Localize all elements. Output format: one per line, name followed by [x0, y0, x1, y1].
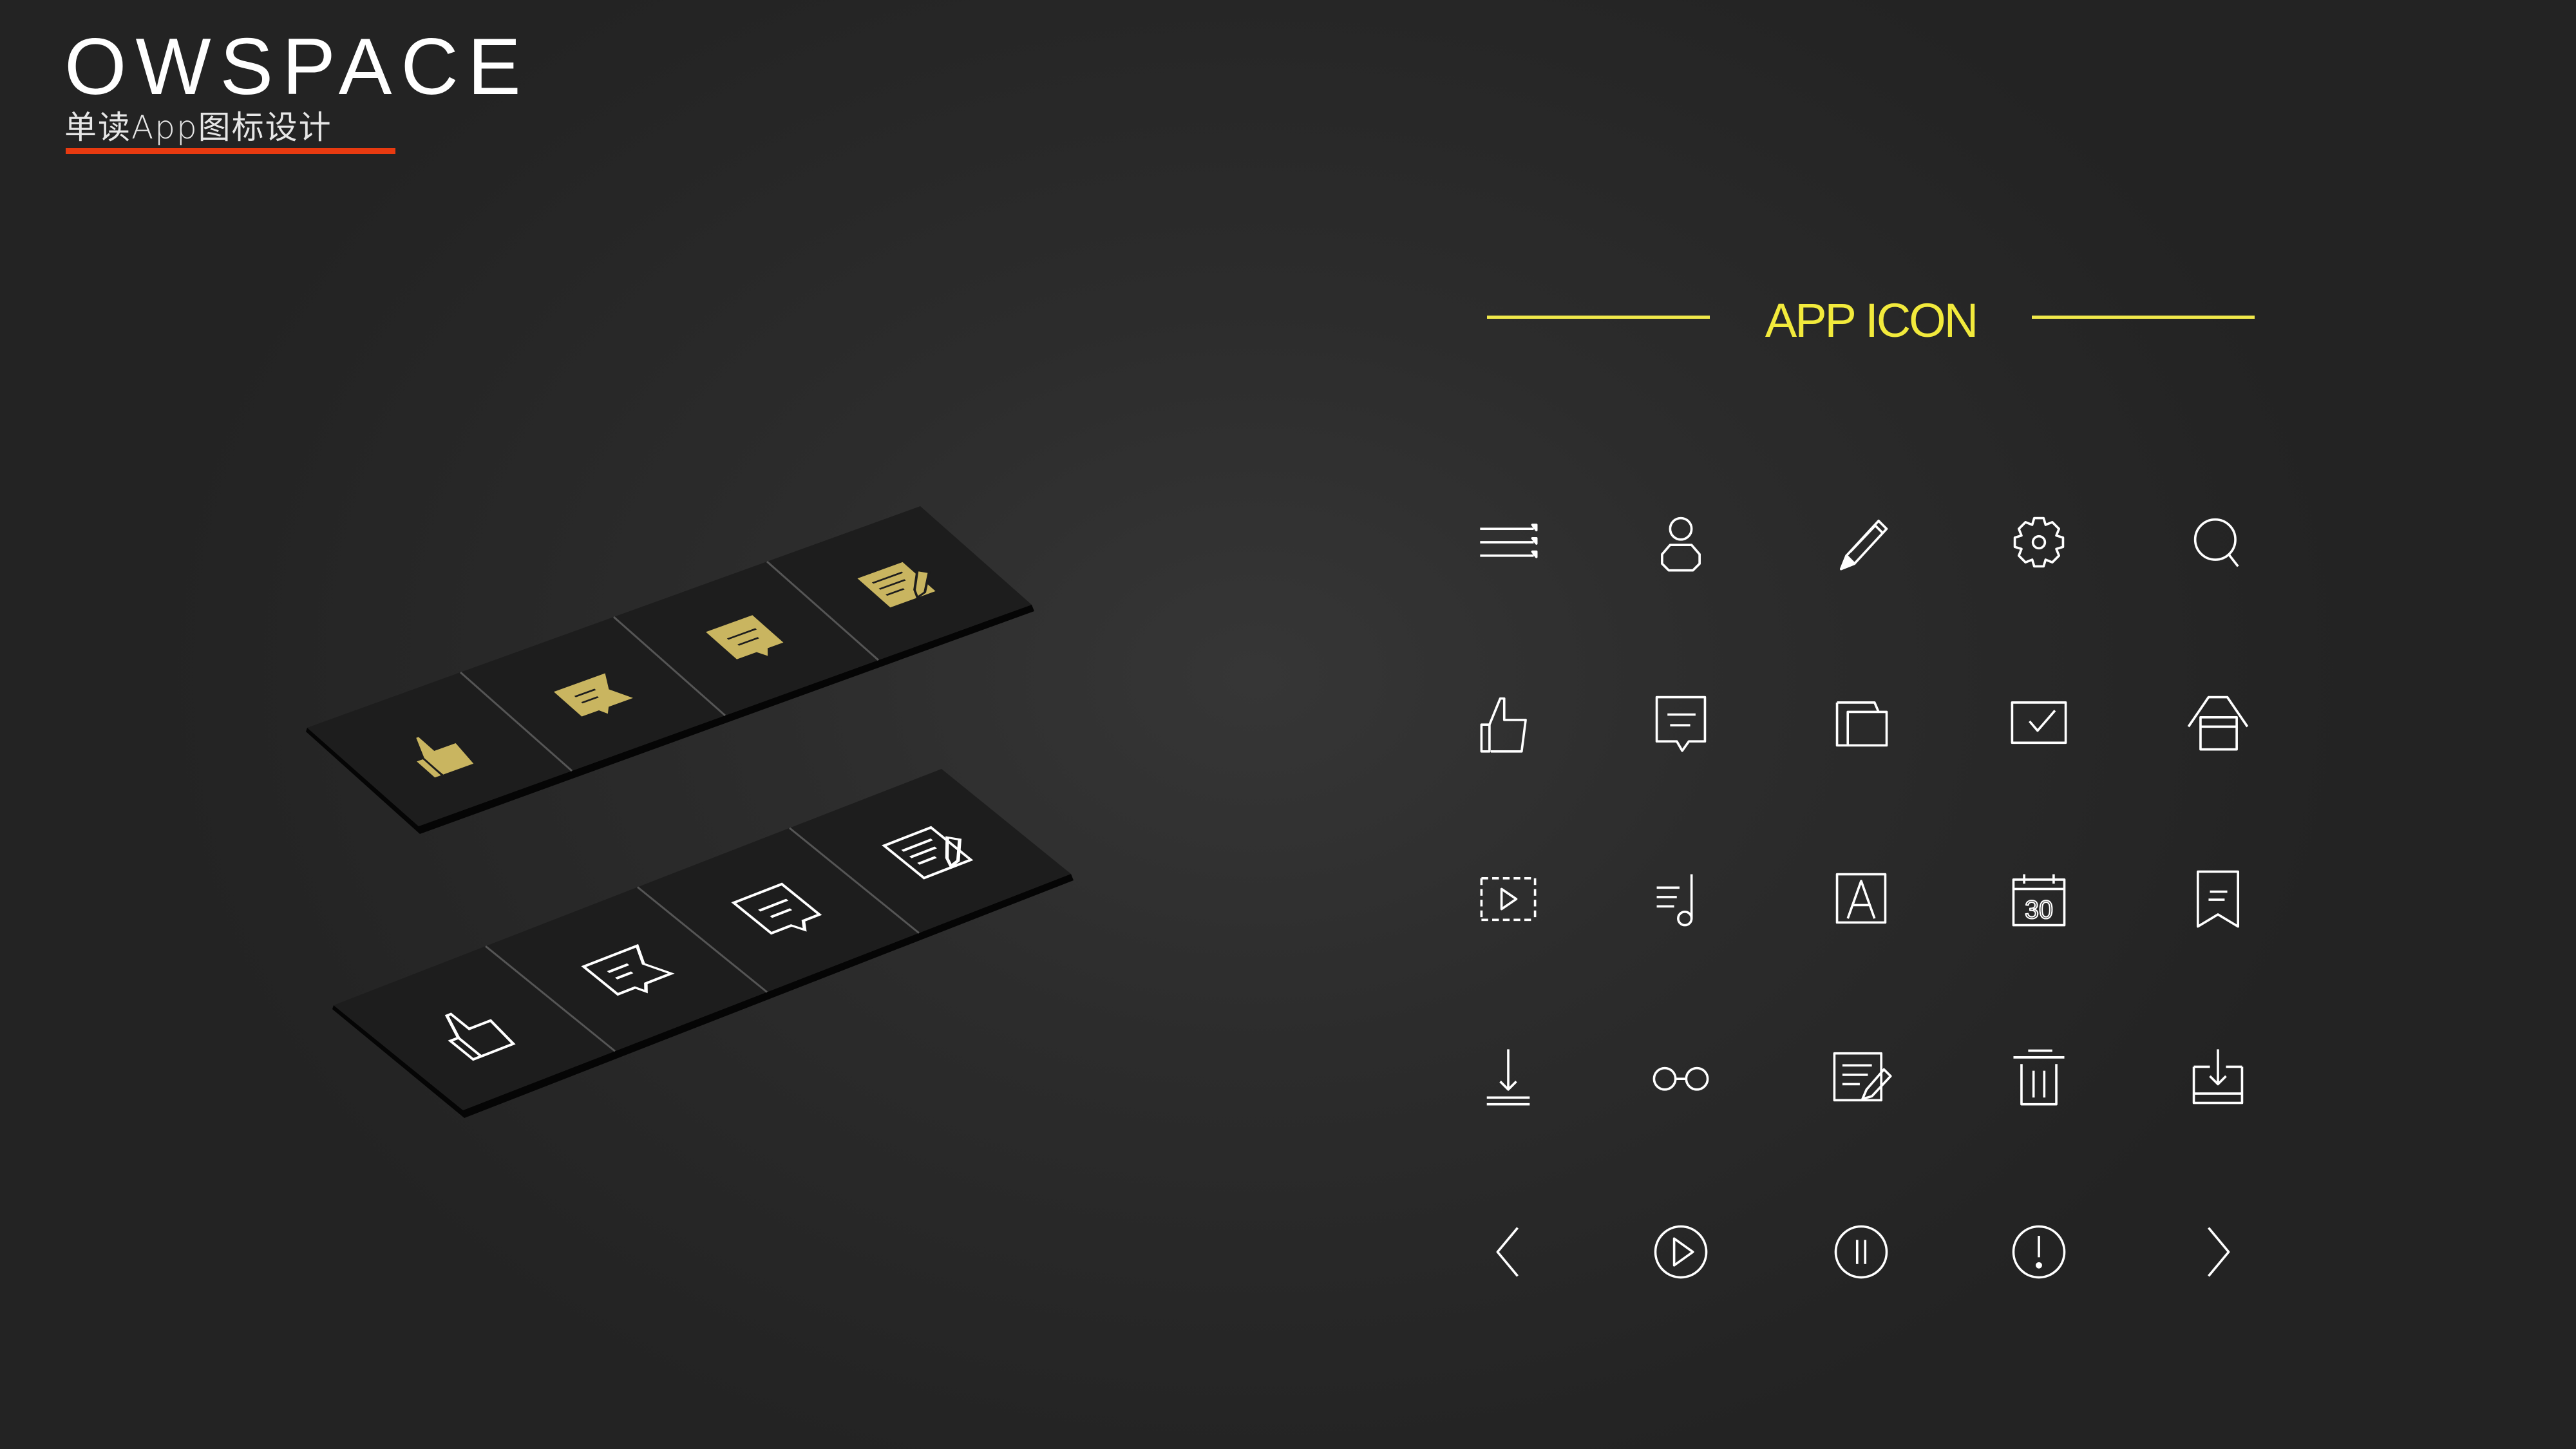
- thumbs-up-icon[interactable]: [1475, 688, 1542, 755]
- search-icon[interactable]: [2184, 509, 2251, 576]
- download-icon[interactable]: [1475, 1043, 1542, 1110]
- video-icon[interactable]: [1475, 865, 1542, 932]
- chevron-right-icon[interactable]: [2184, 1218, 2251, 1285]
- pencil-icon[interactable]: [1828, 509, 1895, 576]
- inbox-download-icon[interactable]: [2184, 1043, 2251, 1110]
- chevron-left-icon[interactable]: [1475, 1218, 1542, 1285]
- share-icon[interactable]: [1828, 688, 1895, 755]
- menu-icon[interactable]: [1475, 509, 1542, 576]
- edit-list-icon[interactable]: [1828, 1043, 1895, 1110]
- user-icon[interactable]: [1647, 509, 1714, 576]
- music-icon[interactable]: [1647, 865, 1714, 932]
- svg-text:30: 30: [2025, 896, 2053, 924]
- checkbox-icon[interactable]: [2005, 688, 2072, 755]
- home-icon[interactable]: [2184, 688, 2251, 755]
- comment-icon[interactable]: [1647, 688, 1714, 755]
- alert-circle-icon[interactable]: [2005, 1218, 2072, 1285]
- calendar-icon[interactable]: 30: [2005, 865, 2072, 932]
- pause-circle-icon[interactable]: [1828, 1218, 1895, 1285]
- bookmark-icon[interactable]: [2184, 865, 2251, 932]
- play-circle-icon[interactable]: [1647, 1218, 1714, 1285]
- gear-icon[interactable]: [2005, 509, 2072, 576]
- font-icon[interactable]: [1828, 865, 1895, 932]
- trash-icon[interactable]: [2005, 1043, 2072, 1110]
- glasses-icon[interactable]: [1647, 1043, 1714, 1110]
